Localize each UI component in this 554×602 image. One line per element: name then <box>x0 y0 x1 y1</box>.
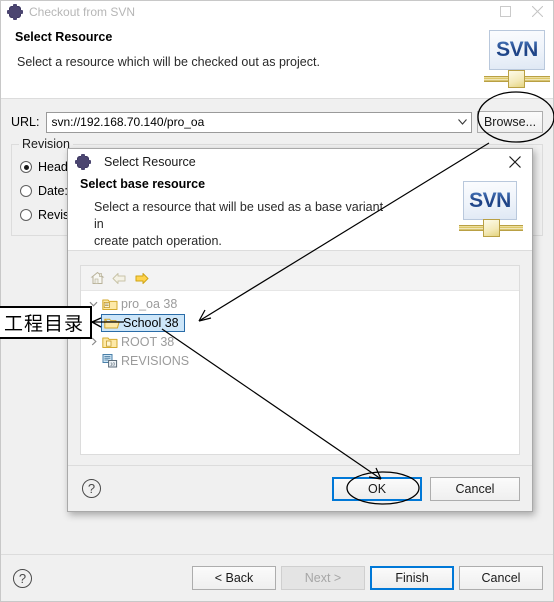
chevron-down-icon[interactable] <box>454 113 471 132</box>
close-icon[interactable] <box>498 149 532 174</box>
open-folder-icon <box>103 315 120 331</box>
forward-arrow-icon[interactable] <box>130 268 152 288</box>
tree-row[interactable]: School 38 <box>81 313 519 332</box>
cancel-button[interactable]: Cancel <box>459 566 543 590</box>
revision-group-label: Revision <box>19 137 73 151</box>
outer-title-bar: Checkout from SVN <box>1 1 553 22</box>
url-row: URL: svn://192.168.70.140/pro_oa Browse.… <box>11 111 543 133</box>
svn-repository-icon <box>75 153 91 170</box>
svn-logo: SVN <box>459 179 523 241</box>
radio-head-label: Head <box>38 160 68 174</box>
outer-window-title: Checkout from SVN <box>29 4 136 19</box>
inner-description-line-2: create patch operation. <box>94 234 222 248</box>
radio-date-label: Date: <box>38 184 68 198</box>
ok-button[interactable]: OK <box>332 476 422 501</box>
page-description: Select a resource which will be checked … <box>17 55 320 69</box>
help-icon[interactable]: ? <box>13 568 32 588</box>
finish-button[interactable]: Finish <box>370 566 454 590</box>
tree-row[interactable]: ROOT 38 <box>81 332 519 351</box>
svn-repository-icon <box>7 3 23 20</box>
url-label: URL: <box>11 115 40 129</box>
tree-row-label: School 38 <box>123 315 179 330</box>
svn-logo-text: SVN <box>469 188 511 212</box>
url-value[interactable]: svn://192.168.70.140/pro_oa <box>51 115 454 129</box>
resource-tree: pro_oa 38 School 38 ROOT 38 10 REVISIONS <box>81 291 519 454</box>
back-arrow-icon <box>108 268 130 288</box>
repository-folder-icon <box>101 296 118 312</box>
inner-header: Select base resource Select a resource t… <box>68 174 532 251</box>
chevron-right-icon[interactable] <box>86 332 101 351</box>
outer-header: Select Resource Select a resource which … <box>1 22 553 99</box>
tree-row-label: pro_oa 38 <box>121 296 178 311</box>
closed-folder-icon <box>101 334 118 350</box>
inner-footer: ? OK Cancel <box>68 465 532 511</box>
back-button[interactable]: < Back <box>192 566 276 590</box>
svg-text:10: 10 <box>110 362 116 367</box>
tree-row[interactable]: 10 REVISIONS <box>81 351 519 370</box>
select-resource-dialog: Select Resource Select base resource Sel… <box>67 148 533 512</box>
maximize-icon[interactable] <box>489 1 521 22</box>
close-icon[interactable] <box>521 1 553 22</box>
help-icon[interactable]: ? <box>82 479 101 498</box>
radio-date-indicator[interactable] <box>20 185 32 197</box>
revisions-icon: 10 <box>101 353 118 369</box>
inner-body: pro_oa 38 School 38 ROOT 38 10 REVISIONS <box>68 251 532 465</box>
screenshot-root: Checkout from SVN Select Resource Select… <box>0 0 554 602</box>
tree-row-selection[interactable]: School 38 <box>101 313 185 332</box>
browse-button[interactable]: Browse... <box>477 111 543 133</box>
cancel-button[interactable]: Cancel <box>430 476 520 501</box>
page-title: Select Resource <box>15 30 113 44</box>
radio-revision-indicator[interactable] <box>20 209 32 221</box>
resource-tree-panel: pro_oa 38 School 38 ROOT 38 10 REVISIONS <box>80 265 520 455</box>
inner-dialog-title: Select Resource <box>104 154 196 169</box>
inner-title-bar: Select Resource <box>68 149 532 174</box>
inner-description-line-1: Select a resource that will be used as a… <box>94 200 384 231</box>
radio-head-indicator[interactable] <box>20 161 32 173</box>
url-input[interactable]: svn://192.168.70.140/pro_oa <box>46 111 472 133</box>
next-button: Next > <box>281 566 365 590</box>
chevron-down-icon[interactable] <box>86 294 101 313</box>
svn-logo: SVN <box>483 28 551 94</box>
window-controls <box>489 1 553 22</box>
svn-logo-text: SVN <box>496 38 538 61</box>
tree-row-label: REVISIONS <box>121 353 190 368</box>
tree-row-label: ROOT 38 <box>121 334 175 349</box>
tree-toolbar <box>81 266 519 291</box>
inner-page-description: Select a resource that will be used as a… <box>80 199 394 250</box>
tree-row[interactable]: pro_oa 38 <box>81 294 519 313</box>
home-icon[interactable] <box>86 268 108 288</box>
outer-footer: ? < Back Next > Finish Cancel <box>1 554 553 601</box>
